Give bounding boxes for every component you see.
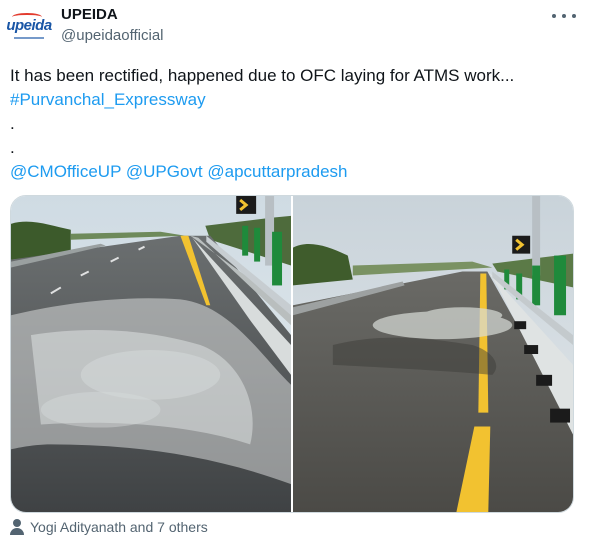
mention-link[interactable]: @CMOfficeUP — [10, 162, 121, 181]
more-horizontal-icon — [572, 14, 576, 18]
tweet-dot: . — [10, 114, 15, 133]
road-photo-left-image — [11, 196, 291, 512]
tweet-text: It has been rectified, happened due to O… — [10, 64, 582, 184]
avatar[interactable]: upeida — [6, 10, 52, 40]
more-horizontal-icon — [552, 14, 556, 18]
hashtag-link[interactable]: #Purvanchal_Expressway — [10, 90, 206, 109]
account-handle[interactable]: @upeidaofficial — [61, 27, 164, 44]
expressway-photo-after[interactable] — [293, 196, 573, 512]
more-horizontal-icon — [562, 14, 566, 18]
mention-link[interactable]: @UPGovt — [126, 162, 203, 181]
upeida-logo-icon — [12, 13, 42, 21]
tweet-text-line: It has been rectified, happened due to O… — [10, 66, 515, 85]
tweet-card: upeida UPEIDA @upeidaofficial It has bee… — [0, 0, 592, 540]
logo-underline — [14, 37, 44, 39]
liked-by-text: Yogi Adityanath and 7 others — [30, 519, 208, 535]
tweet-dot: . — [10, 138, 15, 157]
more-options-button[interactable] — [552, 7, 576, 25]
person-icon — [10, 519, 24, 535]
media-grid — [10, 195, 574, 513]
mention-link[interactable]: @apcuttarpradesh — [207, 162, 347, 181]
expressway-photo-before[interactable] — [11, 196, 291, 512]
road-photo-right-image — [293, 196, 573, 512]
account-name[interactable]: UPEIDA — [61, 6, 118, 23]
liked-by-summary[interactable]: Yogi Adityanath and 7 others — [10, 517, 208, 537]
